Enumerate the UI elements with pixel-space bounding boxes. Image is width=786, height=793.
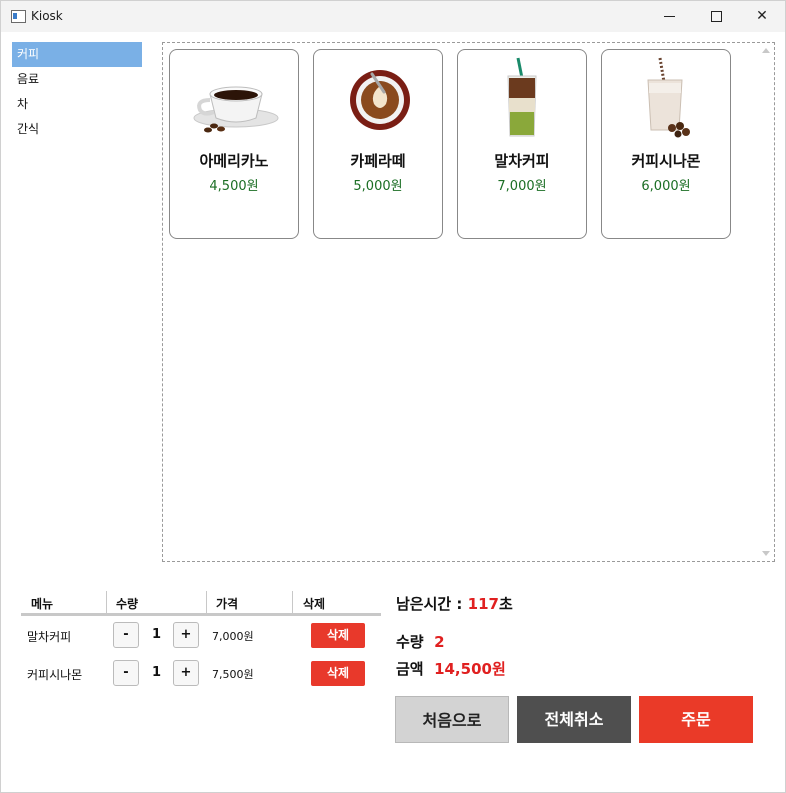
order-row: 말차커피 - 1 + 7,000원 삭제 <box>21 618 381 654</box>
order-table-header: 메뉴 수량 가격 삭제 <box>21 591 381 616</box>
maximize-icon <box>711 11 722 22</box>
header-menu: 메뉴 <box>31 597 54 611</box>
close-button[interactable]: ✕ <box>739 1 785 32</box>
order-item-price: 7,000원 <box>212 630 254 643</box>
total-amount-value: 14,500원 <box>434 660 506 678</box>
menu-card-coffee-cinnamon[interactable]: 커피시나몬 6,000원 <box>601 49 731 239</box>
menu-card-matcha-coffee[interactable]: 말차커피 7,000원 <box>457 49 587 239</box>
category-item-snacks[interactable]: 간식 <box>12 117 142 142</box>
minimize-button[interactable] <box>647 1 693 32</box>
menu-card-americano[interactable]: 아메리카노 4,500원 <box>169 49 299 239</box>
order-item-qty: 1 <box>152 665 162 680</box>
order-row: 커피시나몬 - 1 + 7,500원 삭제 <box>21 656 381 692</box>
maximize-button[interactable] <box>693 1 739 32</box>
total-amount-label: 금액 <box>396 660 424 678</box>
close-icon: ✕ <box>756 8 768 24</box>
order-item-price: 7,500원 <box>212 668 254 681</box>
category-item-tea[interactable]: 차 <box>12 92 142 117</box>
increase-qty-button[interactable]: + <box>173 622 199 648</box>
menu-item-name: 카페라떼 <box>350 152 406 170</box>
americano-cup-icon <box>170 56 298 138</box>
menu-item-name: 아메리카노 <box>199 152 269 170</box>
category-list: 커피 음료 차 간식 <box>12 42 142 142</box>
menu-card-cafe-latte[interactable]: 카페라떼 5,000원 <box>313 49 443 239</box>
remaining-time-label: 남은시간 : <box>396 595 463 613</box>
cinnamon-coffee-glass-icon <box>602 56 730 138</box>
menu-item-price: 5,000원 <box>353 179 403 194</box>
title-bar: Kiosk ✕ <box>1 1 785 32</box>
scroll-down-arrow-icon[interactable] <box>762 551 770 556</box>
order-button[interactable]: 주문 <box>639 696 753 743</box>
kiosk-window: Kiosk ✕ 커피 음료 차 간식 아메리카노 4,500원 카페라떼 5,0… <box>0 0 786 793</box>
decrease-qty-button[interactable]: - <box>113 660 139 686</box>
remaining-time-unit: 초 <box>498 595 513 613</box>
header-price: 가격 <box>216 597 239 611</box>
category-item-drinks[interactable]: 음료 <box>12 67 142 92</box>
category-item-coffee[interactable]: 커피 <box>12 42 142 67</box>
go-home-button[interactable]: 처음으로 <box>395 696 509 743</box>
total-quantity: 수량 2 <box>396 631 445 652</box>
latte-cup-icon <box>314 56 442 138</box>
matcha-coffee-glass-icon <box>458 56 586 138</box>
delete-item-button[interactable]: 삭제 <box>311 623 365 648</box>
order-table: 메뉴 수량 가격 삭제 말차커피 - 1 + 7,000원 삭제 커피시나몬 -… <box>21 591 381 686</box>
header-delete: 삭제 <box>303 597 326 611</box>
total-quantity-label: 수량 <box>396 633 424 651</box>
remaining-time: 남은시간 : 117초 <box>396 593 513 614</box>
total-amount: 금액 14,500원 <box>396 658 506 679</box>
app-icon <box>11 10 26 23</box>
header-divider <box>292 591 293 613</box>
decrease-qty-button[interactable]: - <box>113 622 139 648</box>
order-item-name: 말차커피 <box>27 630 72 644</box>
order-item-name: 커피시나몬 <box>27 668 83 682</box>
menu-item-price: 4,500원 <box>209 179 259 194</box>
menu-item-name: 커피시나몬 <box>631 152 701 170</box>
delete-item-button[interactable]: 삭제 <box>311 661 365 686</box>
menu-item-price: 6,000원 <box>641 179 691 194</box>
header-divider <box>106 591 107 613</box>
menu-item-name: 말차커피 <box>494 152 550 170</box>
minimize-icon <box>664 16 675 17</box>
cancel-all-button[interactable]: 전체취소 <box>517 696 631 743</box>
window-title: Kiosk <box>31 9 63 23</box>
order-item-qty: 1 <box>152 627 162 642</box>
increase-qty-button[interactable]: + <box>173 660 199 686</box>
remaining-time-value: 117 <box>467 595 499 613</box>
menu-panel: 아메리카노 4,500원 카페라떼 5,000원 말차커피 7,000원 커피시… <box>162 42 775 562</box>
header-divider <box>206 591 207 613</box>
total-quantity-value: 2 <box>434 633 445 651</box>
scroll-up-arrow-icon[interactable] <box>762 48 770 53</box>
menu-item-price: 7,000원 <box>497 179 547 194</box>
header-qty: 수량 <box>116 597 139 611</box>
